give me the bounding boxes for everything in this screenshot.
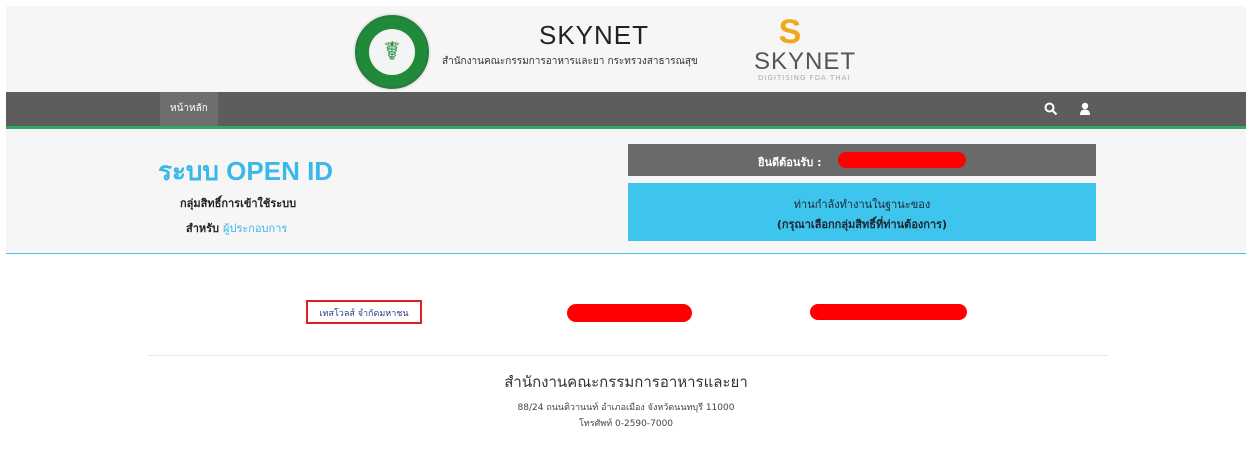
user-icon[interactable] (1076, 100, 1094, 118)
company-section (6, 254, 1246, 443)
welcome-label: ยินดีต้อนรับ : (758, 156, 822, 169)
ministry-seal-icon: ☤ (353, 13, 431, 91)
site-title: SKYNET (539, 20, 650, 50)
skynet-logo-tagline: DIGITISING FDA THAI (758, 74, 851, 82)
site-subtitle: สำนักงานคณะกรรมการอาหารและยา กระทรวงสาธา… (442, 56, 698, 67)
search-icon[interactable] (1042, 100, 1060, 118)
main-navbar: หน้าหลัก (6, 92, 1246, 129)
site-header: ☤ SKYNET สำนักงานคณะกรรมการอาหารและยา กร… (6, 6, 1246, 91)
company-option-selected[interactable]: เทสโวลส์ จำกัดมหาชน (306, 300, 422, 324)
role-label: สำหรับ ผู้ประกอบการ (186, 219, 287, 237)
footer-org-name: สำนักงานคณะกรรมการอาหารและยา (504, 373, 748, 391)
role-info-box: ท่านกำลังทำงานในฐานะของ (กรุณาเลือกกลุ่ม… (628, 183, 1096, 241)
role-link[interactable]: ผู้ประกอบการ (223, 222, 287, 235)
info-line-1: ท่านกำลังทำงานในฐานะของ (793, 198, 931, 211)
role-prefix: สำหรับ (186, 222, 220, 235)
footer-address: 88/24 ถนนติวานนท์ อำเภอเมือง จังหวัดนนทบ… (517, 403, 735, 413)
footer-divider (148, 355, 1108, 356)
nav-home-link[interactable]: หน้าหลัก (160, 92, 218, 126)
skynet-logo-name: SKYNET (754, 48, 857, 75)
company-option-redacted-1[interactable] (567, 304, 692, 322)
group-label: กลุ่มสิทธิ์การเข้าใช้ระบบ (180, 197, 297, 210)
page-frame: ☤ SKYNET สำนักงานคณะกรรมการอาหารและยา กร… (6, 6, 1246, 443)
skynet-logo-icon: S (778, 13, 802, 51)
redacted-username (838, 152, 966, 168)
welcome-bar: ยินดีต้อนรับ : (628, 144, 1096, 176)
footer-phone: โทรศัพท์ 0-2590-7000 (578, 419, 674, 429)
info-line-2: (กรุณาเลือกกลุ่มสิทธิ์ที่ท่านต้องการ) (776, 218, 948, 231)
openid-title: ระบบ OPEN ID (158, 156, 334, 186)
company-option-redacted-2[interactable] (810, 304, 967, 320)
